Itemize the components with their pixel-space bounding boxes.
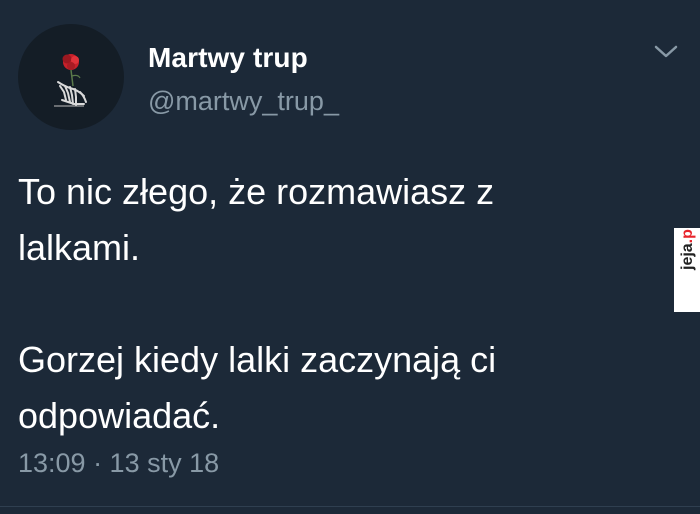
user-handle[interactable]: @martwy_trup_ [148, 86, 339, 117]
tweet-text: To nic złego, że rozmawiasz z lalkami. G… [18, 171, 497, 436]
skeleton-hand-rose-icon [54, 54, 87, 107]
svg-text:jeja.pl: jeja.pl [679, 228, 696, 271]
watermark-suffix: .pl [679, 228, 696, 243]
divider [0, 506, 700, 507]
avatar[interactable] [18, 24, 124, 130]
watermark-text: jeja [679, 243, 696, 271]
chevron-down-icon[interactable] [652, 42, 680, 62]
tweet-timestamp[interactable]: 13:09 · 13 sty 18 [18, 448, 219, 479]
display-name[interactable]: Martwy trup [148, 42, 308, 74]
watermark-logo: jeja.pl [674, 225, 700, 312]
tweet-card: Martwy trup @martwy_trup_ To nic złego, … [0, 0, 700, 514]
